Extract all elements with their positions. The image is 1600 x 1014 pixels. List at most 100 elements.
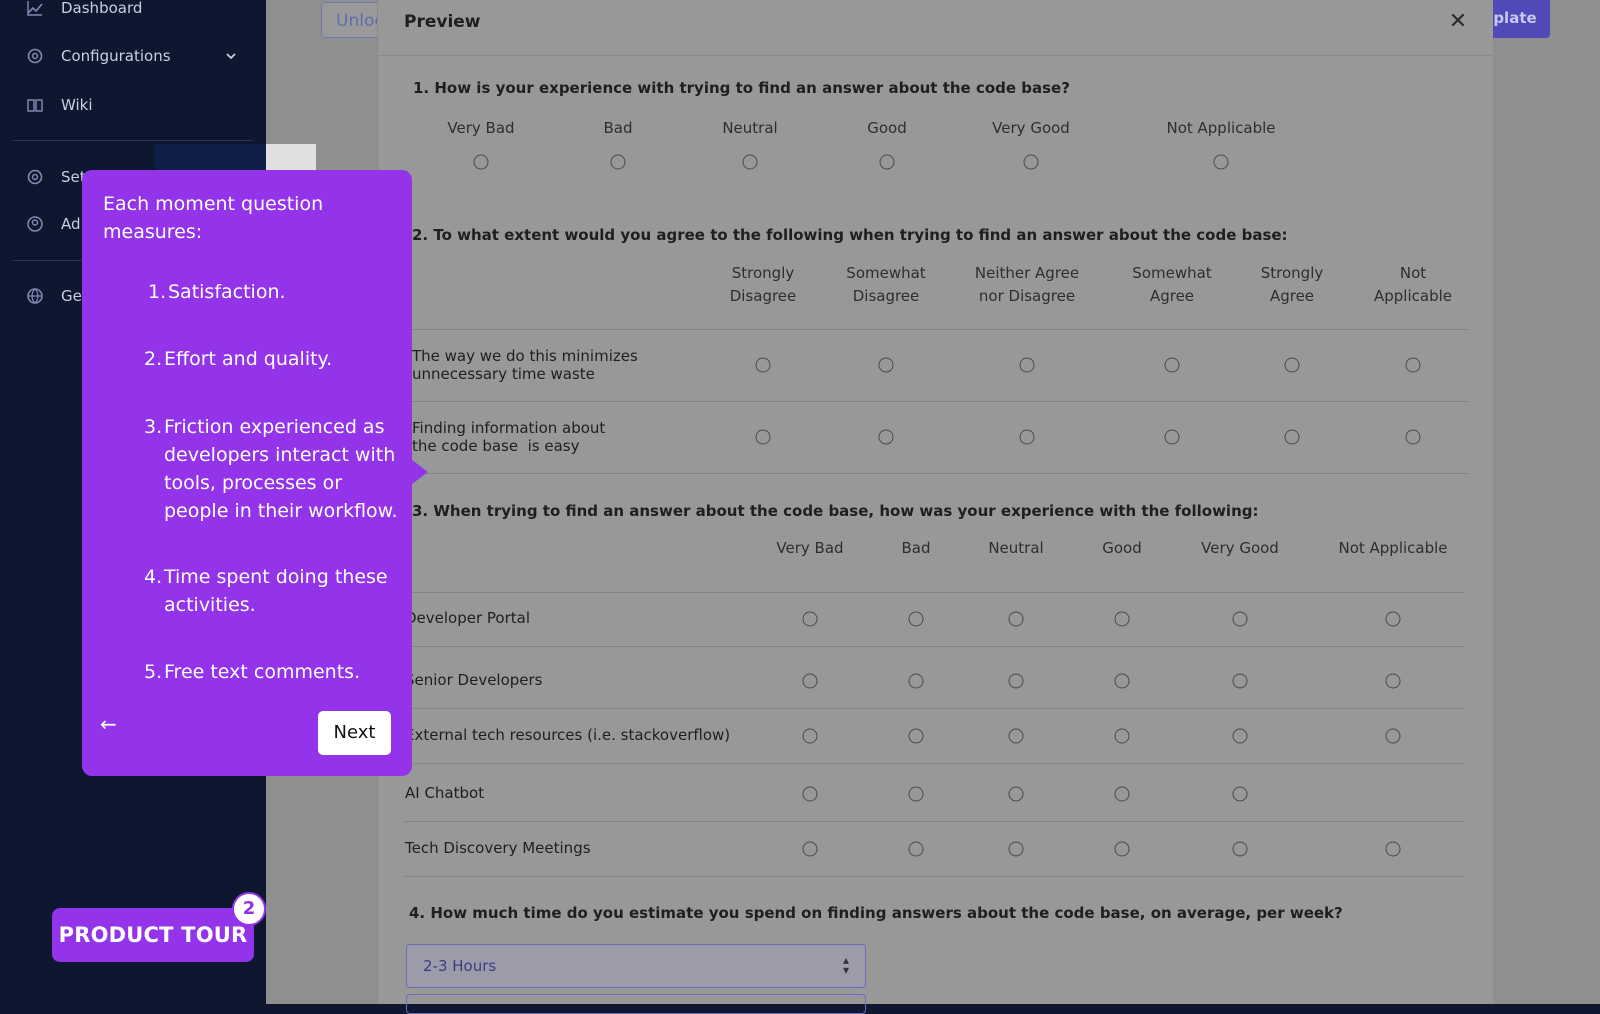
radio-button[interactable] xyxy=(1232,786,1248,802)
radio-button[interactable] xyxy=(1114,841,1130,857)
radio-button[interactable] xyxy=(802,611,818,627)
radio-button[interactable] xyxy=(1385,673,1401,689)
radio-button[interactable] xyxy=(1008,611,1024,627)
time-select[interactable]: 2-3 Hours ▴ ▾ xyxy=(406,944,866,988)
radio-button[interactable] xyxy=(755,357,771,373)
radio-button[interactable] xyxy=(610,154,626,170)
list-text: Time spent doing these activities. xyxy=(164,566,388,616)
sidebar-item-dashboard[interactable]: Dashboard xyxy=(0,0,266,28)
question-1: 1. How is your experience with trying to… xyxy=(413,79,1070,97)
radio-button[interactable] xyxy=(908,673,924,689)
radio-button[interactable] xyxy=(1385,728,1401,744)
list-text: Satisfaction. xyxy=(168,281,286,303)
modal-title: Preview xyxy=(404,12,481,32)
radio-button[interactable] xyxy=(802,786,818,802)
question-2: 2. To what extent would you agree to the… xyxy=(412,226,1288,244)
matrix-row-label: Senior Developers xyxy=(405,671,543,689)
radio-button[interactable] xyxy=(1232,841,1248,857)
radio-button[interactable] xyxy=(1213,154,1229,170)
option-label: Good xyxy=(1102,539,1142,557)
radio-button[interactable] xyxy=(1405,429,1421,445)
radio-button[interactable] xyxy=(908,728,924,744)
radio-button[interactable] xyxy=(1405,357,1421,373)
next-button[interactable]: Next xyxy=(318,711,391,755)
sidebar-item-configurations[interactable]: Configurations xyxy=(0,36,266,76)
radio-button[interactable] xyxy=(1385,611,1401,627)
option-label: Somewhat Agree xyxy=(1132,264,1212,305)
radio-button[interactable] xyxy=(742,154,758,170)
radio-button[interactable] xyxy=(1114,728,1130,744)
highlight-block xyxy=(155,144,266,170)
sidebar-item-label: Ge xyxy=(61,287,82,305)
radio-button[interactable] xyxy=(1008,841,1024,857)
option-label: Not Applicable xyxy=(1338,539,1448,557)
radio-button[interactable] xyxy=(1385,841,1401,857)
divider xyxy=(378,55,1493,56)
option-label: Good xyxy=(867,119,907,137)
radio-button[interactable] xyxy=(802,841,818,857)
next-input[interactable] xyxy=(406,994,866,1014)
matrix-row-label: AI Chatbot xyxy=(405,784,485,802)
radio-button[interactable] xyxy=(1019,429,1035,445)
radio-button[interactable] xyxy=(908,841,924,857)
radio-button[interactable] xyxy=(878,357,894,373)
radio-button[interactable] xyxy=(1114,673,1130,689)
radio-button[interactable] xyxy=(1023,154,1039,170)
divider xyxy=(404,763,1464,764)
gear-icon xyxy=(27,48,43,64)
divider xyxy=(404,592,1464,593)
radio-button[interactable] xyxy=(1114,786,1130,802)
tour-tooltip: Each moment question measures: 1. Satisf… xyxy=(82,170,428,776)
list-text: Free text comments. xyxy=(164,661,361,683)
chevron-down-icon xyxy=(226,53,236,60)
question-4: 4. How much time do you estimate you spe… xyxy=(409,904,1343,922)
radio-button[interactable] xyxy=(802,673,818,689)
radio-button[interactable] xyxy=(1008,673,1024,689)
sidebar-item-wiki[interactable]: Wiki xyxy=(0,85,266,125)
option-label: Not Applicable xyxy=(1166,119,1276,137)
sidebar-item-label: Ad xyxy=(61,215,81,233)
chart-icon xyxy=(27,1,43,16)
matrix-row-label: Finding information about the code base … xyxy=(412,419,606,455)
divider xyxy=(404,708,1464,709)
radio-button[interactable] xyxy=(1008,728,1024,744)
radio-button[interactable] xyxy=(878,429,894,445)
radio-button[interactable] xyxy=(1284,357,1300,373)
radio-button[interactable] xyxy=(802,728,818,744)
radio-button[interactable] xyxy=(1232,728,1248,744)
matrix-row-label: External tech resources (i.e. stackoverf… xyxy=(405,726,731,744)
divider xyxy=(404,401,1468,402)
option-label: Very Bad xyxy=(776,539,844,557)
list-text: Effort and quality. xyxy=(164,348,333,370)
radio-button[interactable] xyxy=(1114,611,1130,627)
radio-button[interactable] xyxy=(908,611,924,627)
radio-button[interactable] xyxy=(473,154,489,170)
preview-modal: Preview ✕ 1. How is your experience with… xyxy=(377,0,1493,1014)
option-label: Neither Agree nor Disagree xyxy=(974,264,1080,305)
radio-button[interactable] xyxy=(1019,357,1035,373)
radio-button[interactable] xyxy=(755,429,771,445)
radio-button[interactable] xyxy=(1164,357,1180,373)
radio-button[interactable] xyxy=(1008,786,1024,802)
radio-button[interactable] xyxy=(1284,429,1300,445)
radio-button[interactable] xyxy=(879,154,895,170)
radio-button[interactable] xyxy=(1232,673,1248,689)
radio-button[interactable] xyxy=(908,786,924,802)
radio-button[interactable] xyxy=(1232,611,1248,627)
list-number: 3. xyxy=(144,416,163,438)
option-label: Strongly Disagree xyxy=(729,264,797,305)
select-arrows-icon: ▴ ▾ xyxy=(842,953,849,977)
radio-button[interactable] xyxy=(1164,429,1180,445)
close-icon[interactable]: ✕ xyxy=(1446,10,1470,34)
matrix-row-label: Developer Portal xyxy=(405,609,531,627)
matrix-row-label: The way we do this minimizes unnecessary… xyxy=(412,347,638,383)
list-number: 2. xyxy=(144,348,163,370)
option-label: Somewhat Disagree xyxy=(846,264,926,305)
matrix-row-label: Tech Discovery Meetings xyxy=(405,839,591,857)
product-tour-button[interactable]: PRODUCT TOUR xyxy=(52,908,254,962)
option-label: Neutral xyxy=(988,539,1044,557)
option-label: Very Bad xyxy=(447,119,515,137)
back-arrow-icon[interactable]: ← xyxy=(100,712,117,736)
highlight-block xyxy=(266,144,316,170)
list-number: 1. xyxy=(148,281,167,303)
